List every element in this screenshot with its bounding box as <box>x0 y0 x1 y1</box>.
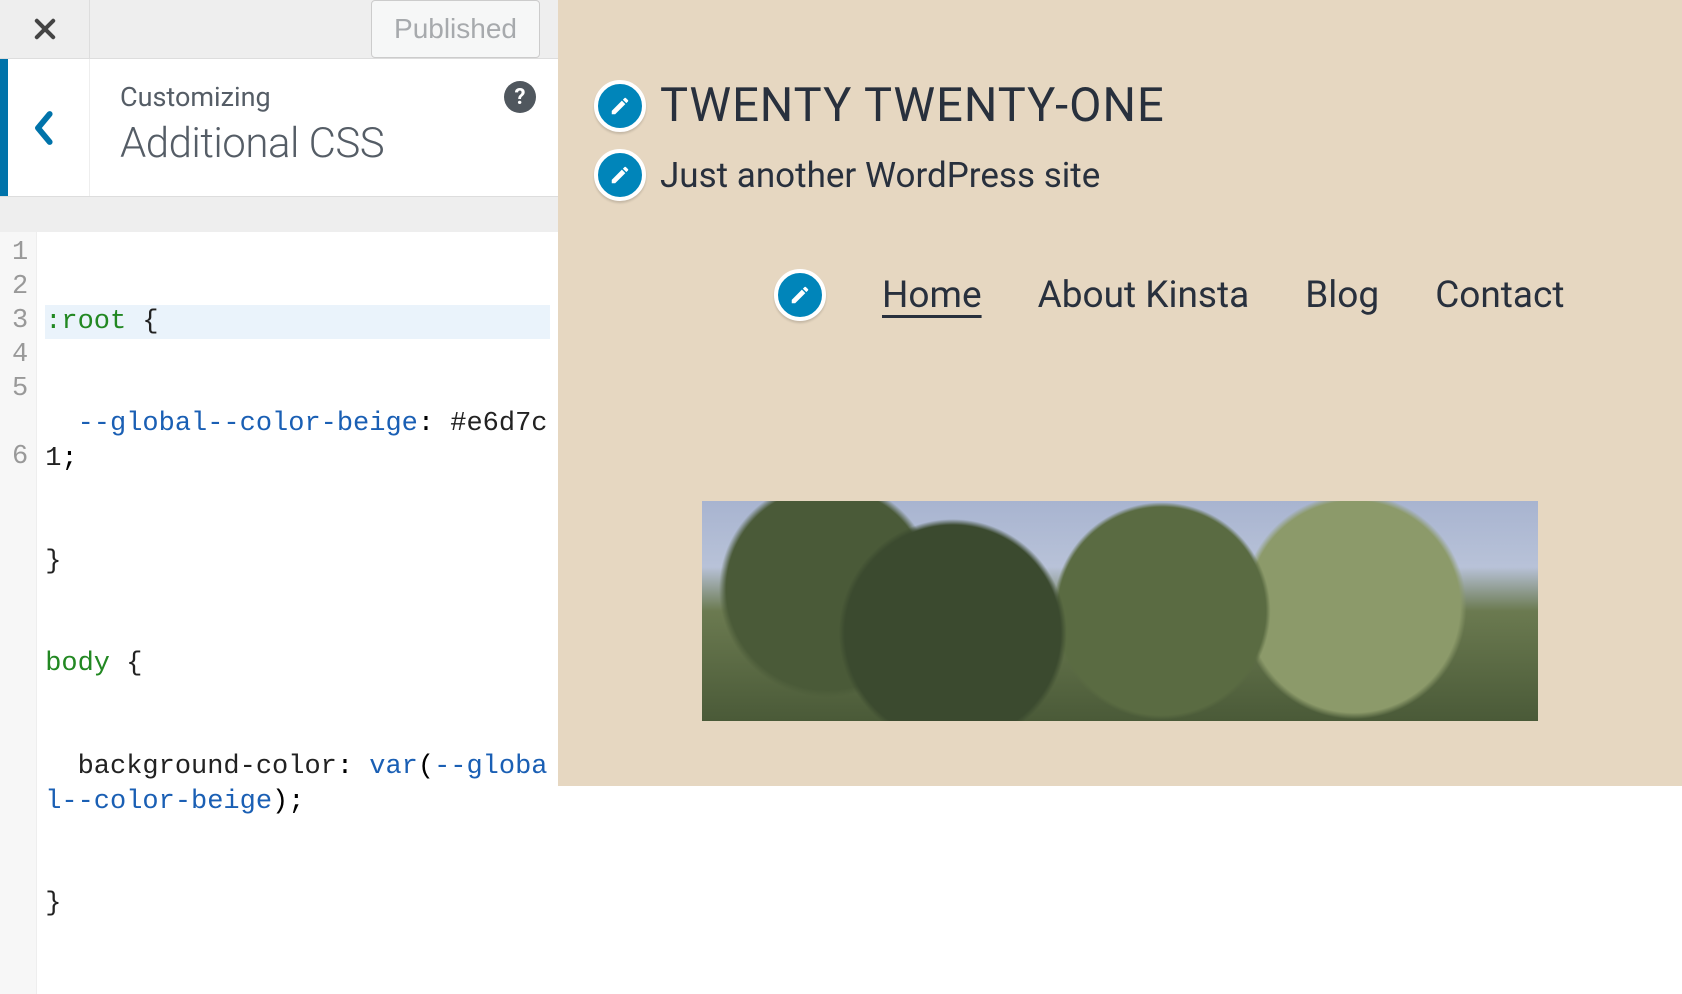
panel-header: Customizing Additional CSS ? <box>0 59 558 197</box>
help-button[interactable]: ? <box>504 81 536 113</box>
line-number: 4 <box>12 338 28 372</box>
site-title-row: TWENTY TWENTY-ONE <box>594 78 1682 133</box>
css-editor[interactable]: 1 2 3 4 5 6 :root { --global--color-beig… <box>0 232 558 994</box>
pencil-icon <box>609 95 631 117</box>
site-tagline-row: Just another WordPress site <box>594 149 1682 201</box>
line-number: 6 <box>12 440 28 474</box>
nav-about[interactable]: About Kinsta <box>1038 274 1250 317</box>
edit-shortcut-tagline[interactable] <box>594 149 646 201</box>
publish-button[interactable]: Published <box>371 0 540 58</box>
site-title[interactable]: TWENTY TWENTY-ONE <box>660 78 1165 133</box>
code-line: background-color: var(--global--color-be… <box>45 750 550 819</box>
primary-nav: Home About Kinsta Blog Contact <box>594 269 1682 321</box>
site-preview[interactable]: TWENTY TWENTY-ONE Just another WordPress… <box>558 0 1682 786</box>
pencil-icon <box>609 164 631 186</box>
panel-title: Additional CSS <box>120 119 528 168</box>
customizer-sidebar: Published Customizing Additional CSS ? 1… <box>0 0 558 786</box>
close-button[interactable] <box>0 0 90 58</box>
code-line: } <box>45 887 550 921</box>
panel-subtitle: Customizing <box>120 81 528 113</box>
line-number: 3 <box>12 304 28 338</box>
panel-title-area: Customizing Additional CSS ? <box>90 59 558 196</box>
line-number: 2 <box>12 270 28 304</box>
chevron-left-icon <box>31 107 59 149</box>
code-line: } <box>45 545 550 579</box>
nav-contact[interactable]: Contact <box>1435 274 1564 317</box>
back-button[interactable] <box>0 59 90 196</box>
code-line: --global--color-beige: #e6d7c1; <box>45 407 550 476</box>
pencil-icon <box>789 284 811 306</box>
line-number: 5 <box>12 372 28 440</box>
hero-image <box>702 501 1538 721</box>
line-number: 1 <box>12 236 28 270</box>
site-tagline[interactable]: Just another WordPress site <box>660 155 1100 196</box>
nav-home[interactable]: Home <box>882 274 982 317</box>
customizer-topbar: Published <box>0 0 558 59</box>
topbar-actions: Published <box>90 0 558 58</box>
line-gutter: 1 2 3 4 5 6 <box>0 232 37 994</box>
edit-shortcut-title[interactable] <box>594 80 646 132</box>
code-textarea[interactable]: :root { --global--color-beige: #e6d7c1; … <box>37 232 558 994</box>
code-line: :root { <box>45 305 550 339</box>
close-icon <box>31 15 59 43</box>
edit-shortcut-nav[interactable] <box>774 269 826 321</box>
site-header: TWENTY TWENTY-ONE Just another WordPress… <box>558 78 1682 321</box>
code-line: body { <box>45 647 550 681</box>
nav-blog[interactable]: Blog <box>1305 274 1379 317</box>
